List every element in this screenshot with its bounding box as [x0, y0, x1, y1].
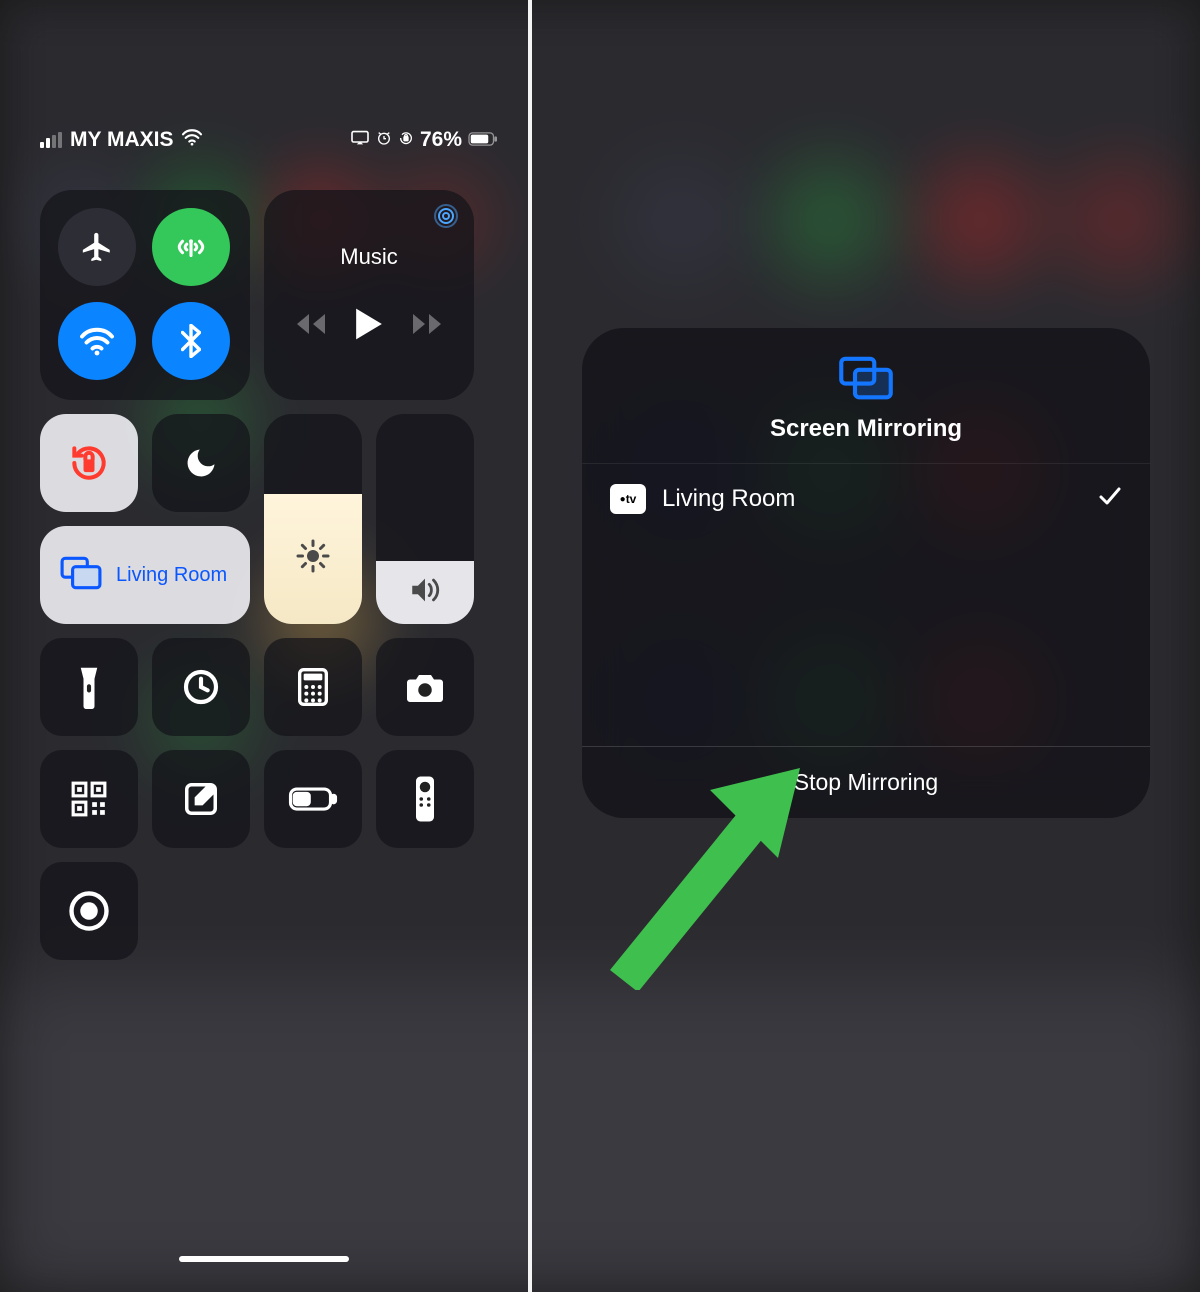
checkmark-icon [1098, 485, 1122, 513]
alarm-status-icon [376, 128, 392, 152]
screen-mirroring-popup: Screen Mirroring ●tv Living Room Stop Mi… [582, 328, 1150, 818]
airplay-audio-icon [434, 204, 458, 233]
screen-record-button[interactable] [40, 862, 138, 960]
calculator-button[interactable] [264, 638, 362, 736]
notes-button[interactable] [152, 750, 250, 848]
volume-icon [408, 575, 442, 610]
flashlight-button[interactable] [40, 638, 138, 736]
bluetooth-toggle[interactable] [152, 302, 230, 380]
control-center-panel: MY MAXIS [0, 0, 528, 1292]
home-indicator[interactable] [179, 1256, 349, 1262]
carrier-label: MY MAXIS [70, 128, 173, 152]
status-bar: MY MAXIS [40, 128, 498, 152]
low-power-mode-button[interactable] [264, 750, 362, 848]
battery-icon [468, 128, 498, 152]
qr-scanner-button[interactable] [40, 750, 138, 848]
screen-mirroring-icon [60, 555, 102, 596]
camera-button[interactable] [376, 638, 474, 736]
orientation-lock-toggle[interactable] [40, 414, 138, 512]
brightness-slider[interactable] [264, 414, 362, 624]
music-title-label: Music [340, 244, 397, 270]
apple-tv-icon: ●tv [610, 484, 646, 514]
orientation-lock-status-icon [398, 128, 414, 152]
previous-track-button[interactable] [295, 312, 327, 341]
cellular-signal-icon [40, 132, 62, 148]
screen-mirroring-panel: Screen Mirroring ●tv Living Room Stop Mi… [532, 0, 1200, 1292]
timer-button[interactable] [152, 638, 250, 736]
mirroring-device-row[interactable]: ●tv Living Room [582, 463, 1150, 534]
stop-mirroring-button[interactable]: Stop Mirroring [582, 746, 1150, 818]
next-track-button[interactable] [411, 312, 443, 341]
apple-tv-remote-button[interactable] [376, 750, 474, 848]
screen-mirroring-button[interactable]: Living Room [40, 526, 250, 624]
screen-mirroring-target-label: Living Room [116, 564, 227, 587]
mirroring-device-label: Living Room [662, 485, 795, 513]
music-module[interactable]: Music [264, 190, 474, 400]
wifi-icon [181, 128, 203, 152]
do-not-disturb-toggle[interactable] [152, 414, 250, 512]
volume-slider[interactable] [376, 414, 474, 624]
screen-mirroring-title: Screen Mirroring [582, 415, 1150, 443]
connectivity-module[interactable] [40, 190, 250, 400]
wifi-toggle[interactable] [58, 302, 136, 380]
battery-percent-label: 76% [420, 128, 462, 152]
play-button[interactable] [353, 306, 385, 347]
airplane-mode-toggle[interactable] [58, 208, 136, 286]
airplay-status-icon [350, 128, 370, 152]
screen-mirroring-icon [582, 356, 1150, 405]
brightness-icon [295, 538, 331, 579]
cellular-data-toggle[interactable] [152, 208, 230, 286]
